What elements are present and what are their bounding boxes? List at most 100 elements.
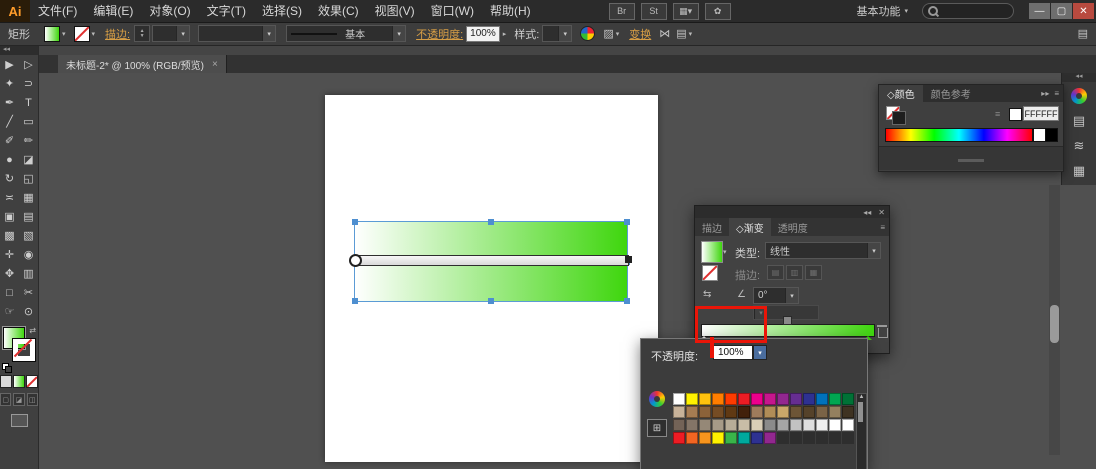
panel-resize-gripper[interactable]: [879, 146, 1063, 170]
stroke-gradient-along-button[interactable]: ▥: [786, 265, 803, 280]
screen-mode-button[interactable]: [11, 414, 28, 427]
color-swatch[interactable]: [712, 406, 724, 418]
color-swatch[interactable]: [725, 393, 737, 405]
tool-pen[interactable]: ✒: [0, 93, 19, 112]
bridge-icon[interactable]: Br: [609, 3, 635, 20]
stroke-weight-stepper[interactable]: ▲▼: [134, 25, 150, 42]
tool-symbol-sprayer[interactable]: ✥: [0, 264, 19, 283]
fill-color-swatch[interactable]: [44, 26, 60, 42]
tool-width[interactable]: ≍: [0, 188, 19, 207]
color-swatch[interactable]: [738, 432, 750, 444]
chevron-right-icon[interactable]: ▸: [503, 30, 507, 38]
chevron-down-icon[interactable]: ▾: [92, 30, 96, 38]
gradient-mode-button[interactable]: [13, 375, 25, 388]
align-icon[interactable]: ▤: [676, 27, 686, 40]
selection-handle[interactable]: [352, 298, 358, 304]
search-input[interactable]: [922, 3, 1014, 19]
tool-scale[interactable]: ◱: [19, 169, 38, 188]
color-mode-icon[interactable]: [649, 391, 665, 407]
black-swatch[interactable]: [1045, 128, 1058, 142]
stroke-swatch[interactable]: [13, 339, 35, 361]
tool-type[interactable]: T: [19, 93, 38, 112]
chevron-down-icon[interactable]: ▾: [753, 345, 767, 360]
stroke-proxy-swatch[interactable]: [892, 111, 906, 125]
shear-icon[interactable]: ⋈: [659, 27, 670, 40]
color-swatch[interactable]: [790, 419, 802, 431]
panel-collapse-icon[interactable]: ▸▸: [1041, 89, 1049, 98]
angle-dropdown[interactable]: 0° ▾: [753, 287, 799, 304]
stroke-link[interactable]: 描边:: [105, 26, 130, 42]
selection-handle[interactable]: [624, 298, 630, 304]
color-swatch[interactable]: [751, 393, 763, 405]
tool-direct-selection[interactable]: ▷: [19, 55, 38, 74]
color-swatch[interactable]: [699, 406, 711, 418]
stroke-gradient-within-button[interactable]: ▤: [767, 265, 784, 280]
menu-type[interactable]: 文字(T): [199, 0, 254, 22]
tool-perspective-grid[interactable]: ▤: [19, 207, 38, 226]
stroke-gradient-across-button[interactable]: ▦: [805, 265, 822, 280]
menu-help[interactable]: 帮助(H): [482, 0, 539, 22]
scroll-up-icon[interactable]: ▲: [857, 394, 866, 401]
color-swatch[interactable]: [803, 393, 815, 405]
color-swatch[interactable]: [725, 432, 737, 444]
document-tab[interactable]: 未标题-2* @ 100% (RGB/预览) ×: [58, 55, 227, 73]
color-swatch[interactable]: [699, 419, 711, 431]
gradient-rectangle[interactable]: [355, 222, 627, 301]
style-dropdown[interactable]: ▾: [542, 25, 572, 42]
color-swatch[interactable]: [764, 419, 776, 431]
reverse-gradient-icon[interactable]: ⇆: [703, 289, 711, 300]
tool-blend[interactable]: ◉: [19, 245, 38, 264]
close-tab-icon[interactable]: ×: [212, 59, 218, 70]
stock-icon[interactable]: St: [641, 3, 667, 20]
color-swatch[interactable]: [686, 393, 698, 405]
color-swatch[interactable]: [816, 393, 828, 405]
color-swatch[interactable]: [686, 406, 698, 418]
color-swatch[interactable]: [816, 419, 828, 431]
chevron-down-icon[interactable]: ▾: [689, 30, 693, 38]
default-fill-stroke-icon[interactable]: [2, 363, 12, 373]
color-swatch[interactable]: [816, 406, 828, 418]
swatches-grid-icon[interactable]: ⊞: [647, 419, 667, 437]
panel-menu-icon[interactable]: ≡: [880, 223, 885, 232]
menu-effect[interactable]: 效果(C): [310, 0, 367, 22]
gradient-start-handle[interactable]: [349, 254, 362, 267]
tool-blob-brush[interactable]: ●: [0, 150, 19, 169]
color-swatch[interactable]: [803, 419, 815, 431]
color-swatch[interactable]: [751, 406, 763, 418]
minimize-button[interactable]: —: [1029, 3, 1050, 19]
color-swatch[interactable]: [777, 419, 789, 431]
swap-fill-stroke-icon[interactable]: ⇄: [29, 326, 36, 335]
tool-column-graph[interactable]: ▥: [19, 264, 38, 283]
gradient-end-handle[interactable]: [625, 256, 632, 263]
tool-shape-builder[interactable]: ▣: [0, 207, 19, 226]
color-swatch[interactable]: [842, 393, 854, 405]
menu-file[interactable]: 文件(F): [30, 0, 85, 22]
tool-eraser[interactable]: ◪: [19, 150, 38, 169]
color-swatch[interactable]: [777, 393, 789, 405]
color-swatch[interactable]: [842, 419, 854, 431]
color-swatch[interactable]: [829, 419, 841, 431]
color-swatch[interactable]: [764, 406, 776, 418]
color-panel-icon[interactable]: [1067, 85, 1091, 107]
tool-slice[interactable]: ✂: [19, 283, 38, 302]
menu-edit[interactable]: 编辑(E): [85, 0, 141, 22]
color-swatch[interactable]: [712, 419, 724, 431]
vertical-scrollbar[interactable]: [1049, 185, 1060, 455]
transform-link[interactable]: 变换: [629, 26, 651, 42]
tab-color-guide[interactable]: 颜色参考: [923, 85, 979, 102]
stroke-color-swatch[interactable]: [74, 26, 90, 42]
tool-zoom[interactable]: ⊙: [19, 302, 38, 321]
swatch-scrollbar[interactable]: ▲: [856, 393, 867, 469]
gradient-midpoint-stop[interactable]: [783, 316, 792, 325]
panel-menu-icon[interactable]: ≡: [1054, 89, 1059, 98]
color-swatch[interactable]: [764, 393, 776, 405]
color-swatch[interactable]: [673, 406, 685, 418]
scrollbar-thumb[interactable]: [1050, 305, 1059, 343]
panel-collapse-icon[interactable]: ◂◂: [863, 208, 871, 217]
brush-definition-dropdown[interactable]: ▾: [198, 25, 276, 42]
pattern-icon[interactable]: ▨: [603, 27, 613, 40]
opacity-value-field[interactable]: 100%: [466, 26, 500, 42]
menu-window[interactable]: 窗口(W): [423, 0, 482, 22]
gradient-type-dropdown[interactable]: 线性 ▾: [765, 242, 881, 259]
restore-button[interactable]: ▢: [1051, 3, 1072, 19]
